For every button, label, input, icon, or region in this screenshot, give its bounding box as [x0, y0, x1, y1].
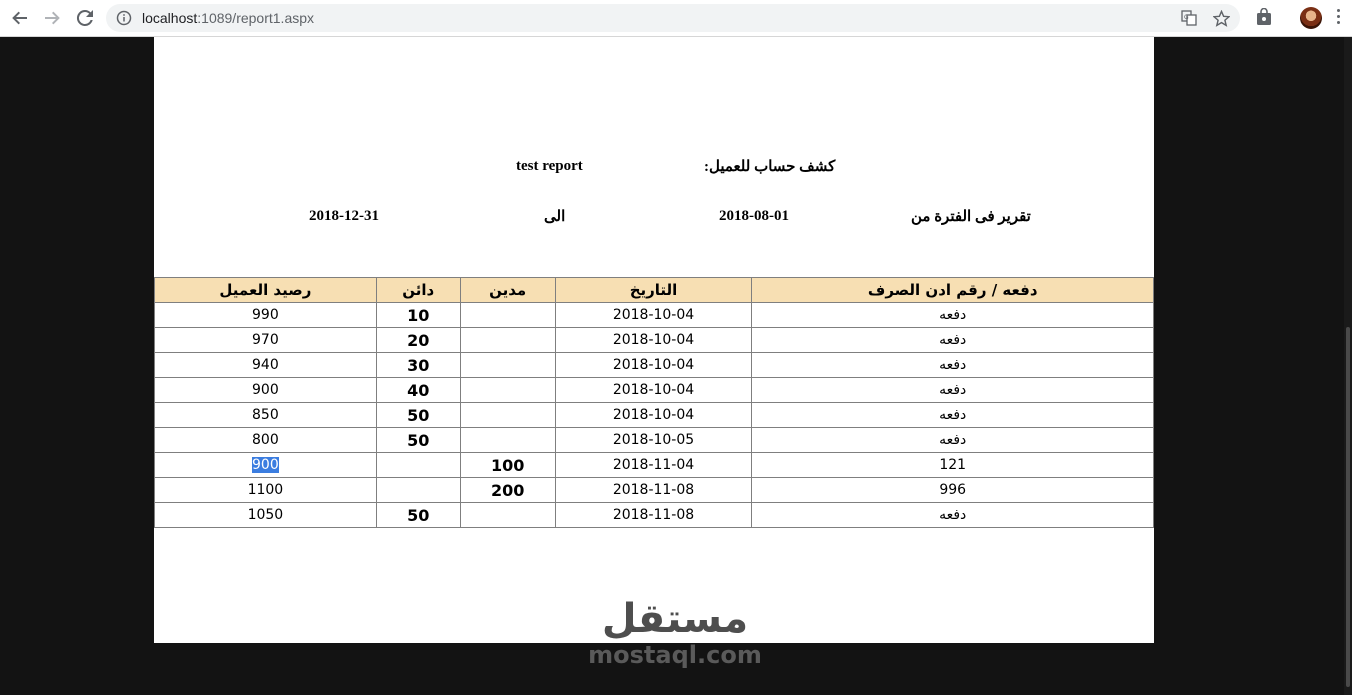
table-row: 850 50 2018-10-04 دفعه	[154, 402, 1154, 428]
date-to: 2018-12-31	[309, 208, 379, 224]
watermark-arabic: مستقل	[601, 596, 749, 642]
back-arrow-icon[interactable]	[8, 6, 32, 30]
credit-cell: 10	[375, 302, 461, 328]
menu-dots-icon[interactable]	[1336, 9, 1342, 27]
debit-cell: 200	[459, 477, 556, 503]
period-label: تقرير فى الفترة من	[911, 209, 1031, 225]
ref-cell: دفعه	[751, 502, 1154, 528]
balance-cell: 900	[154, 452, 377, 478]
info-icon[interactable]	[116, 10, 132, 31]
profile-avatar[interactable]	[1300, 7, 1322, 29]
balance-cell: 1050	[154, 502, 377, 528]
debit-cell: 100	[459, 452, 556, 478]
table-row: 1050 50 2018-11-08 دفعه	[154, 502, 1154, 528]
watermark-latin: mostaql.com	[588, 641, 762, 669]
balance-cell: 970	[154, 327, 377, 353]
account-statement-table: رصيد العميل دائن مدين التاريخ دفعه / رقم…	[154, 277, 1154, 528]
date-cell: 2018-11-04	[554, 452, 753, 478]
address-bar[interactable]: localhost:1089/report1.aspx G	[106, 4, 1240, 32]
ref-cell: دفعه	[751, 402, 1154, 428]
ref-cell: دفعه	[751, 302, 1154, 328]
credit-cell: 50	[375, 402, 461, 428]
header-balance: رصيد العميل	[154, 277, 377, 303]
header-debit: مدين	[459, 277, 556, 303]
to-label: الى	[544, 209, 566, 225]
credit-cell: 20	[375, 327, 461, 353]
date-cell: 2018-11-08	[554, 477, 753, 503]
credit-cell: 50	[375, 427, 461, 453]
credit-cell	[375, 452, 461, 478]
page-viewport: كشف حساب للعميل: test report تقرير فى ال…	[0, 37, 1352, 695]
credit-cell: 30	[375, 352, 461, 378]
table-row: 900 40 2018-10-04 دفعه	[154, 377, 1154, 403]
reload-icon[interactable]	[73, 6, 97, 30]
ref-cell: 996	[751, 477, 1154, 503]
debit-cell	[459, 427, 556, 453]
balance-cell: 800	[154, 427, 377, 453]
table-row: 990 10 2018-10-04 دفعه	[154, 302, 1154, 328]
header-credit: دائن	[375, 277, 461, 303]
date-cell: 2018-10-04	[554, 327, 753, 353]
url-text[interactable]: localhost:1089/report1.aspx	[142, 10, 314, 26]
date-cell: 2018-10-04	[554, 377, 753, 403]
credit-cell	[375, 477, 461, 503]
ref-cell: 121	[751, 452, 1154, 478]
debit-cell	[459, 377, 556, 403]
header-date: التاريخ	[554, 277, 753, 303]
balance-cell: 850	[154, 402, 377, 428]
balance-cell: 1100	[154, 477, 377, 503]
balance-cell: 990	[154, 302, 377, 328]
ref-cell: دفعه	[751, 327, 1154, 353]
forward-arrow-icon[interactable]	[40, 6, 64, 30]
date-cell: 2018-10-04	[554, 402, 753, 428]
browser-toolbar: localhost:1089/report1.aspx G	[0, 0, 1352, 37]
ref-cell: دفعه	[751, 377, 1154, 403]
date-cell: 2018-11-08	[554, 502, 753, 528]
header-ref: دفعه / رقم ادن الصرف	[751, 277, 1154, 303]
credit-cell: 50	[375, 502, 461, 528]
table-row: 900 100 2018-11-04 121	[154, 452, 1154, 478]
mostaql-watermark: مستقل mostaql.com	[560, 597, 790, 669]
extension-icon[interactable]	[1256, 7, 1272, 31]
report-title-label: كشف حساب للعميل:	[704, 159, 836, 175]
debit-cell	[459, 302, 556, 328]
table-row: 1100 200 2018-11-08 996	[154, 477, 1154, 503]
debit-cell	[459, 502, 556, 528]
url-host: localhost	[142, 10, 198, 26]
date-cell: 2018-10-04	[554, 302, 753, 328]
balance-cell: 900	[154, 377, 377, 403]
debit-cell	[459, 402, 556, 428]
table-row: 800 50 2018-10-05 دفعه	[154, 427, 1154, 453]
table-row: 970 20 2018-10-04 دفعه	[154, 327, 1154, 353]
credit-cell: 40	[375, 377, 461, 403]
table-row: 940 30 2018-10-04 دفعه	[154, 352, 1154, 378]
translate-icon[interactable]: G	[1180, 9, 1198, 27]
report-title-value: test report	[516, 158, 583, 174]
debit-cell	[459, 327, 556, 353]
selected-text[interactable]: 900	[252, 457, 279, 473]
bookmark-star-icon[interactable]	[1212, 9, 1230, 27]
ref-cell: دفعه	[751, 352, 1154, 378]
report-page: كشف حساب للعميل: test report تقرير فى ال…	[154, 37, 1154, 643]
date-cell: 2018-10-04	[554, 352, 753, 378]
svg-text:G: G	[1184, 14, 1189, 21]
debit-cell	[459, 352, 556, 378]
date-from: 2018-08-01	[719, 208, 789, 224]
table-header-row: رصيد العميل دائن مدين التاريخ دفعه / رقم…	[154, 277, 1154, 303]
balance-cell: 940	[154, 352, 377, 378]
date-cell: 2018-10-05	[554, 427, 753, 453]
ref-cell: دفعه	[751, 427, 1154, 453]
scrollbar-thumb[interactable]	[1346, 327, 1350, 687]
url-path: :1089/report1.aspx	[197, 10, 315, 26]
